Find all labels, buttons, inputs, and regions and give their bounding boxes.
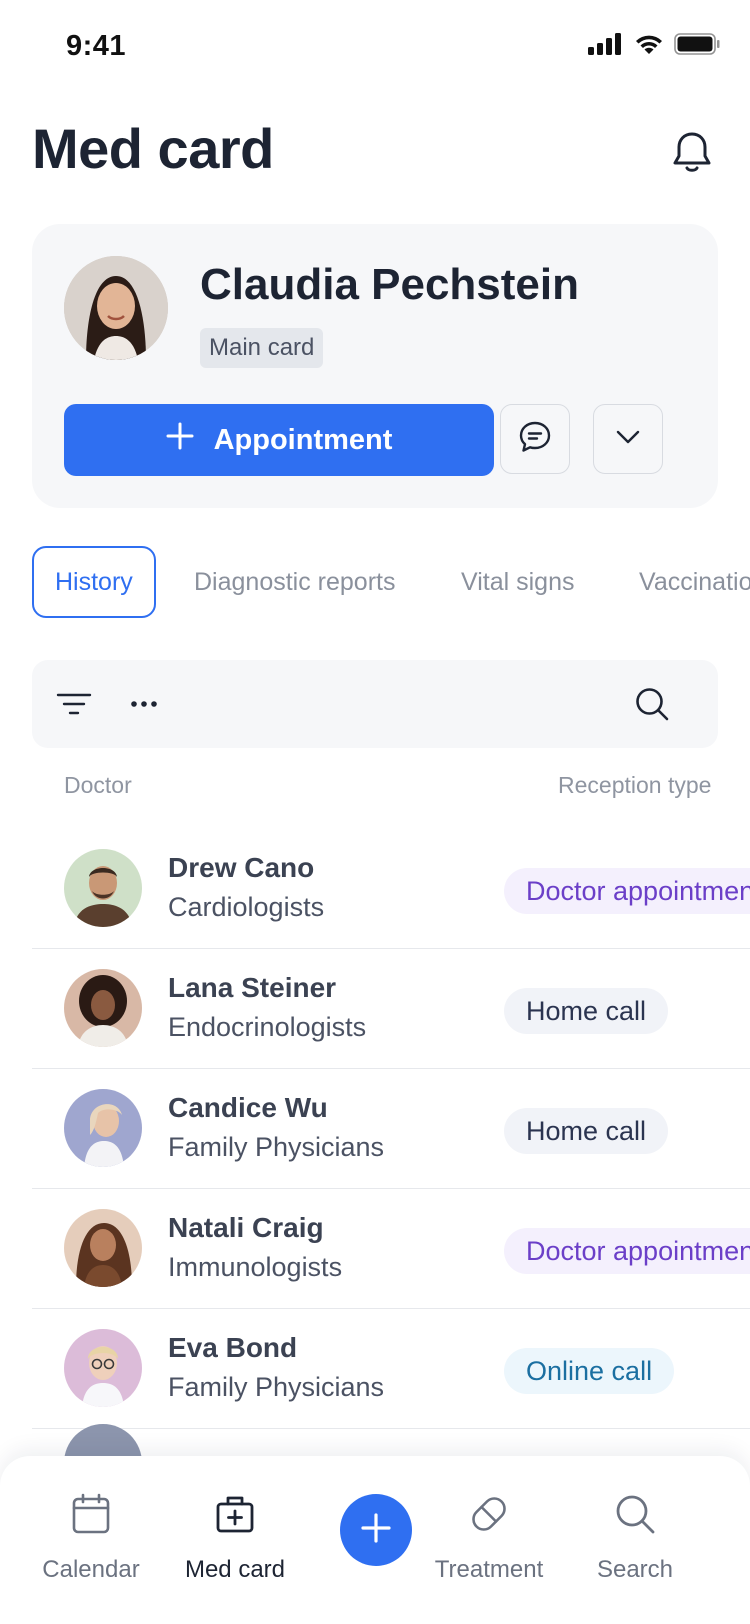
main-card-badge: Main card <box>200 328 324 368</box>
doctor-avatar <box>64 969 142 1047</box>
table-row[interactable]: Lana Steiner Endocrinologists Home call <box>32 948 750 1069</box>
tab-vital-signs[interactable]: Vital signs <box>461 546 575 618</box>
reception-type-badge: Online call <box>504 1348 675 1394</box>
notification-bell-icon[interactable] <box>672 130 712 174</box>
list-toolbar <box>32 660 718 748</box>
more-options-icon[interactable] <box>122 682 166 726</box>
profile-avatar <box>64 256 168 360</box>
page-title: Med card <box>32 117 274 180</box>
tab-vaccinations[interactable]: Vaccinations <box>639 546 750 618</box>
reception-type-badge: Home call <box>504 1108 669 1154</box>
nav-calendar-label: Calendar <box>42 1556 140 1583</box>
profile-name: Claudia Pechstein <box>200 260 580 309</box>
doctor-name: Lana Steiner <box>168 972 337 1003</box>
table-row[interactable]: Eva Bond Family Physicians Online call <box>32 1308 750 1429</box>
doctor-name: Candice Wu <box>168 1092 328 1123</box>
tab-history[interactable]: History <box>32 546 156 618</box>
plus-icon <box>361 1512 391 1548</box>
medical-kit-icon <box>160 1490 310 1538</box>
table-row[interactable]: Drew Cano Cardiologists Doctor appointme… <box>32 828 750 949</box>
profile-card: Claudia Pechstein Main card Appointment <box>32 224 718 508</box>
expand-button[interactable] <box>593 404 663 474</box>
doctor-specialty: Cardiologists <box>168 892 325 922</box>
column-header-reception-type: Reception type <box>558 772 712 798</box>
search-icon[interactable] <box>630 682 674 726</box>
nav-treatment-label: Treatment <box>434 1556 544 1583</box>
nav-med-card[interactable]: Med card <box>160 1490 310 1584</box>
table-row[interactable]: Natali Craig Immunologists Doctor appoin… <box>32 1188 750 1309</box>
battery-icon <box>674 33 720 60</box>
doctor-specialty: Immunologists <box>168 1252 343 1282</box>
doctor-avatar <box>64 1329 142 1407</box>
message-button[interactable] <box>500 404 570 474</box>
bottom-navigation: Calendar Med card Treatment Search <box>0 1456 750 1624</box>
nav-treatment[interactable]: Treatment <box>414 1490 564 1584</box>
cellular-signal-icon <box>588 33 624 60</box>
doctor-avatar <box>64 1209 142 1287</box>
filter-icon[interactable] <box>52 682 96 726</box>
nav-med-card-label: Med card <box>184 1556 286 1583</box>
doctor-specialty: Family Physicians <box>168 1132 385 1162</box>
doctor-specialty: Family Physicians <box>168 1372 385 1402</box>
status-bar: 9:41 <box>0 0 750 94</box>
column-header-doctor: Doctor <box>64 772 132 798</box>
table-row[interactable]: Candice Wu Family Physicians Home call <box>32 1068 750 1189</box>
appointment-button[interactable]: Appointment <box>64 404 494 476</box>
reception-type-badge: Home call <box>504 988 669 1034</box>
status-time: 9:41 <box>66 30 127 62</box>
reception-type-badge: Doctor appointment <box>504 868 750 914</box>
tab-diagnostic-reports[interactable]: Diagnostic reports <box>194 546 395 618</box>
chat-bubble-icon <box>518 420 552 459</box>
wifi-icon <box>634 33 664 60</box>
nav-search[interactable]: Search <box>560 1490 710 1584</box>
pill-icon <box>414 1490 564 1538</box>
reception-type-badge: Doctor appointment <box>504 1228 750 1274</box>
nav-calendar[interactable]: Calendar <box>16 1490 166 1584</box>
search-icon <box>560 1490 710 1538</box>
doctor-name: Drew Cano <box>168 852 315 883</box>
doctor-name: Eva Bond <box>168 1332 298 1363</box>
doctor-avatar <box>64 1089 142 1167</box>
status-icons <box>588 33 720 60</box>
doctor-name: Natali Craig <box>168 1212 324 1243</box>
plus-icon <box>166 422 194 458</box>
doctor-specialty: Endocrinologists <box>168 1012 367 1042</box>
doctor-avatar <box>64 849 142 927</box>
calendar-icon <box>16 1490 166 1538</box>
add-button[interactable] <box>340 1494 412 1566</box>
appointment-button-label: Appointment <box>213 423 393 456</box>
chevron-down-icon <box>615 429 641 450</box>
tab-bar: History Diagnostic reports Vital signs V… <box>32 546 750 618</box>
nav-search-label: Search <box>596 1556 674 1583</box>
